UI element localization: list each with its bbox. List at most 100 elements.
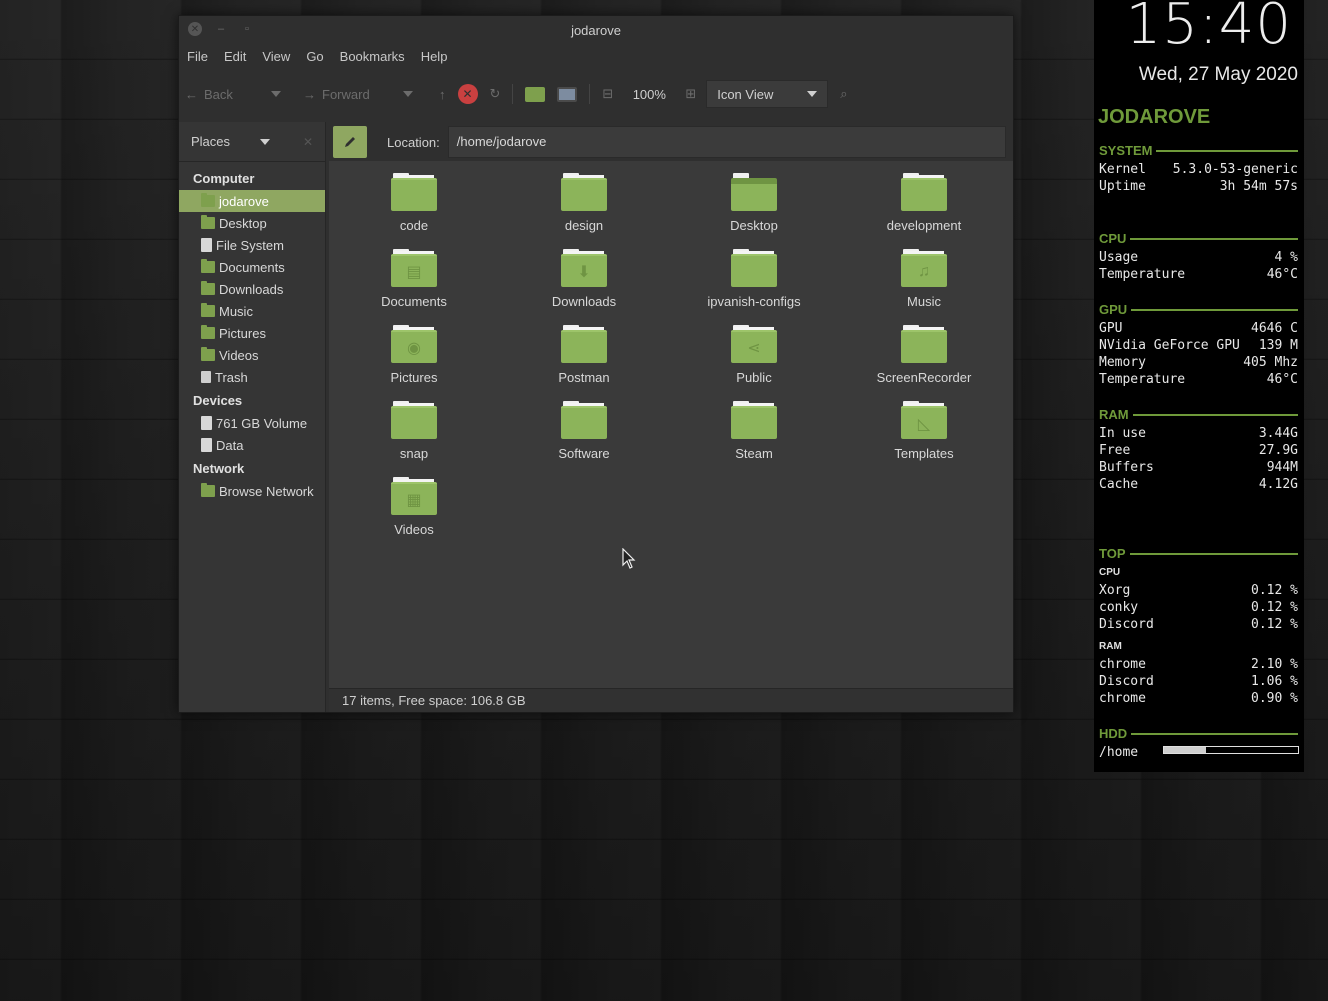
sidebar-item-documents[interactable]: Documents [179, 256, 325, 278]
menu-go[interactable]: Go [298, 48, 331, 68]
stat-label: Temperature [1099, 372, 1186, 387]
menu-bookmarks[interactable]: Bookmarks [332, 48, 413, 68]
file-item[interactable]: ⬇ Downloads [499, 249, 669, 325]
forward-label: Forward [322, 86, 370, 102]
sidebar-item-music[interactable]: Music [179, 300, 325, 322]
sidebar-item-label: Trash [215, 369, 248, 385]
file-item[interactable]: ScreenRecorder [839, 325, 1009, 401]
sidebar-item-file-system[interactable]: File System [179, 234, 325, 256]
folder-emblem: ◺ [901, 406, 947, 439]
menu-file[interactable]: File [179, 48, 216, 68]
file-item[interactable]: Desktop [669, 173, 839, 249]
file-item[interactable]: ▦ Videos [329, 477, 499, 553]
sidebar-item-desktop[interactable]: Desktop [179, 212, 325, 234]
stop-button[interactable]: ✕ [452, 80, 484, 108]
close-window-icon[interactable]: ✕ [188, 22, 202, 36]
forward-button[interactable]: → Forward [297, 80, 397, 108]
file-item[interactable]: Postman [499, 325, 669, 401]
folder-emblem [731, 406, 777, 439]
forward-history-dropdown[interactable] [397, 80, 419, 108]
back-history-dropdown[interactable] [265, 80, 287, 108]
sidebar-item-trash[interactable]: Trash [179, 366, 325, 388]
up-button[interactable]: ↑ [433, 80, 452, 108]
menu-edit[interactable]: Edit [216, 48, 254, 68]
file-item[interactable]: snap [329, 401, 499, 477]
view-mode-select[interactable]: Icon View [706, 80, 829, 108]
file-item[interactable]: ipvanish-configs [669, 249, 839, 325]
sidebar-item-videos[interactable]: Videos [179, 344, 325, 366]
sidebar-item-jodarove[interactable]: jodarove [179, 190, 325, 212]
gpu-row-name: NVidia GeForce GPU 139 M [1099, 337, 1298, 354]
toggle-location-button[interactable] [333, 126, 367, 158]
sidebar-places-selector[interactable]: Places ✕ [179, 122, 325, 162]
ram-header: RAM [1099, 407, 1298, 422]
menu-help[interactable]: Help [413, 48, 456, 68]
file-name: code [399, 218, 429, 233]
title-bar[interactable]: ✕ – ▫ jodarove [179, 16, 1013, 44]
file-name: ScreenRecorder [876, 370, 972, 385]
sidebar-item-browse-network[interactable]: Browse Network [179, 480, 325, 502]
folder-emblem: ♫ [901, 254, 947, 287]
zoom-out-button[interactable]: ⊟ [596, 80, 619, 108]
process-name: Xorg [1099, 583, 1131, 598]
sidebar-item-pictures[interactable]: Pictures [179, 322, 325, 344]
search-button[interactable]: ⌕ [834, 80, 853, 108]
process-value: 0.90 % [1251, 691, 1298, 706]
back-button[interactable]: ← Back [179, 80, 265, 108]
cpu-row-usage: Usage 4 % [1099, 249, 1298, 266]
file-item[interactable]: Steam [669, 401, 839, 477]
file-item[interactable]: ◺ Templates [839, 401, 1009, 477]
file-view[interactable]: code design Desktop development ▤ Documents ⬇ D… [329, 161, 1013, 688]
file-item[interactable]: ▤ Documents [329, 249, 499, 325]
close-sidebar-icon[interactable]: ✕ [303, 135, 313, 149]
folder-icon [561, 401, 607, 439]
folder-emblem [731, 254, 777, 287]
folder-icon [731, 401, 777, 439]
sidebar-item-label: Pictures [219, 325, 266, 341]
stat-label: Memory [1099, 355, 1146, 370]
sidebar-item-label: Data [216, 437, 244, 453]
system-row-uptime: Uptime 3h 54m 57s [1099, 178, 1298, 195]
ram-row-in-use: In use 3.44G [1099, 425, 1298, 442]
folder-icon: ⋖ [731, 325, 777, 363]
toolbar: ← Back → Forward ↑ ✕ ↻ ⊟ 100% ⊞ Icon Vie… [179, 79, 1013, 109]
file-item[interactable]: ⋖ Public [669, 325, 839, 401]
sidebar-group-computer: Computer [193, 171, 255, 186]
top-header-label: TOP [1099, 546, 1126, 561]
home-button[interactable] [519, 80, 551, 108]
location-input[interactable]: /home/jodarove [447, 126, 1006, 158]
process-value: 1.06 % [1251, 674, 1298, 689]
stat-label: Free [1099, 443, 1131, 458]
cpu-row-temperature: Temperature 46°C [1099, 266, 1298, 283]
file-item[interactable]: design [499, 173, 669, 249]
file-item[interactable]: code [329, 173, 499, 249]
sidebar-item-data[interactable]: Data [179, 434, 325, 456]
zoom-in-button[interactable]: ⊞ [679, 80, 702, 108]
pencil-icon [345, 137, 355, 147]
file-item[interactable]: Software [499, 401, 669, 477]
folder-icon: ◺ [901, 401, 947, 439]
menu-view[interactable]: View [254, 48, 298, 68]
sidebar-item-downloads[interactable]: Downloads [179, 278, 325, 300]
maximize-window-icon[interactable]: ▫ [240, 22, 254, 36]
file-item[interactable]: development [839, 173, 1009, 249]
sidebar-item-label: Music [219, 303, 253, 319]
computer-button[interactable] [551, 80, 583, 108]
file-item[interactable]: ♫ Music [839, 249, 1009, 325]
file-grid: code design Desktop development ▤ Documents ⬇ D… [329, 173, 1013, 553]
folder-icon [901, 173, 947, 211]
reload-button[interactable]: ↻ [484, 80, 507, 108]
hdd-usage-bar [1163, 746, 1299, 754]
top-ram-row: chrome 0.90 % [1099, 690, 1298, 707]
top-cpu-label: CPU [1099, 567, 1121, 578]
process-name: Discord [1099, 674, 1154, 689]
file-name: Software [558, 446, 610, 461]
forward-arrow-icon: → [303, 86, 316, 102]
minimize-window-icon[interactable]: – [214, 22, 228, 36]
sidebar-item-761gb-volume[interactable]: 761 GB Volume [179, 412, 325, 434]
stat-label: NVidia GeForce GPU [1099, 338, 1240, 353]
file-item[interactable]: ◉ Pictures [329, 325, 499, 401]
computer-icon [557, 86, 578, 102]
gpu-row-memory: Memory 405 Mhz [1099, 354, 1298, 371]
hdd-header-label: HDD [1099, 726, 1128, 741]
